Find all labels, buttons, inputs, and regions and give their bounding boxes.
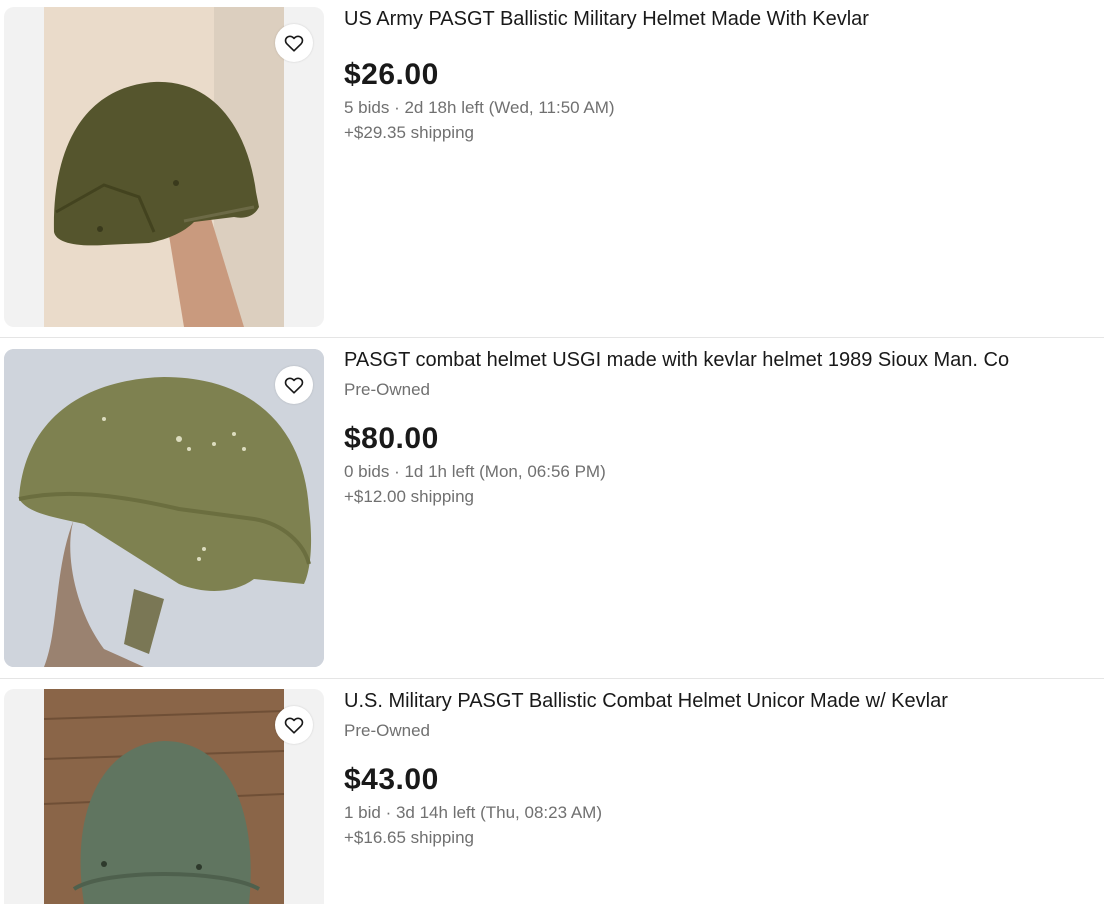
helmet-photo[interactable] bbox=[43, 689, 285, 904]
listing-title[interactable]: PASGT combat helmet USGI made with kevla… bbox=[344, 348, 1009, 372]
listing-price: $80.00 bbox=[344, 422, 439, 455]
listing-condition: Pre-Owned bbox=[344, 721, 430, 740]
listing-price: $43.00 bbox=[344, 763, 439, 796]
helmet-photo[interactable] bbox=[4, 349, 324, 667]
shipping-cost: +$16.65 shipping bbox=[344, 828, 474, 847]
listing-image-container[interactable] bbox=[4, 349, 324, 667]
watch-button[interactable] bbox=[275, 706, 313, 744]
heart-icon bbox=[284, 377, 304, 394]
listing-item[interactable]: U.S. Military PASGT Ballistic Combat Hel… bbox=[0, 679, 1104, 904]
shipping-cost: +$29.35 shipping bbox=[344, 123, 474, 142]
listing-price: $26.00 bbox=[344, 58, 439, 91]
bids-time-left: 5 bids · 2d 18h left (Wed, 11:50 AM) bbox=[344, 98, 615, 117]
shipping-cost: +$12.00 shipping bbox=[344, 487, 474, 506]
bids-time-left: 1 bid · 3d 14h left (Thu, 08:23 AM) bbox=[344, 803, 602, 822]
listing-title[interactable]: US Army PASGT Ballistic Military Helmet … bbox=[344, 7, 869, 31]
listing-condition: Pre-Owned bbox=[344, 380, 430, 399]
helmet-photo[interactable] bbox=[44, 7, 284, 327]
heart-icon bbox=[284, 717, 304, 734]
watch-button[interactable] bbox=[275, 24, 313, 62]
bids-time-left: 0 bids · 1d 1h left (Mon, 06:56 PM) bbox=[344, 462, 606, 481]
heart-icon bbox=[284, 35, 304, 52]
listing-image-container[interactable] bbox=[4, 689, 324, 904]
listing-image-container[interactable] bbox=[4, 7, 324, 327]
watch-button[interactable] bbox=[275, 366, 313, 404]
listing-title[interactable]: U.S. Military PASGT Ballistic Combat Hel… bbox=[344, 689, 948, 713]
listing-item[interactable]: US Army PASGT Ballistic Military Helmet … bbox=[0, 0, 1104, 337]
listing-item[interactable]: PASGT combat helmet USGI made with kevla… bbox=[0, 338, 1104, 678]
